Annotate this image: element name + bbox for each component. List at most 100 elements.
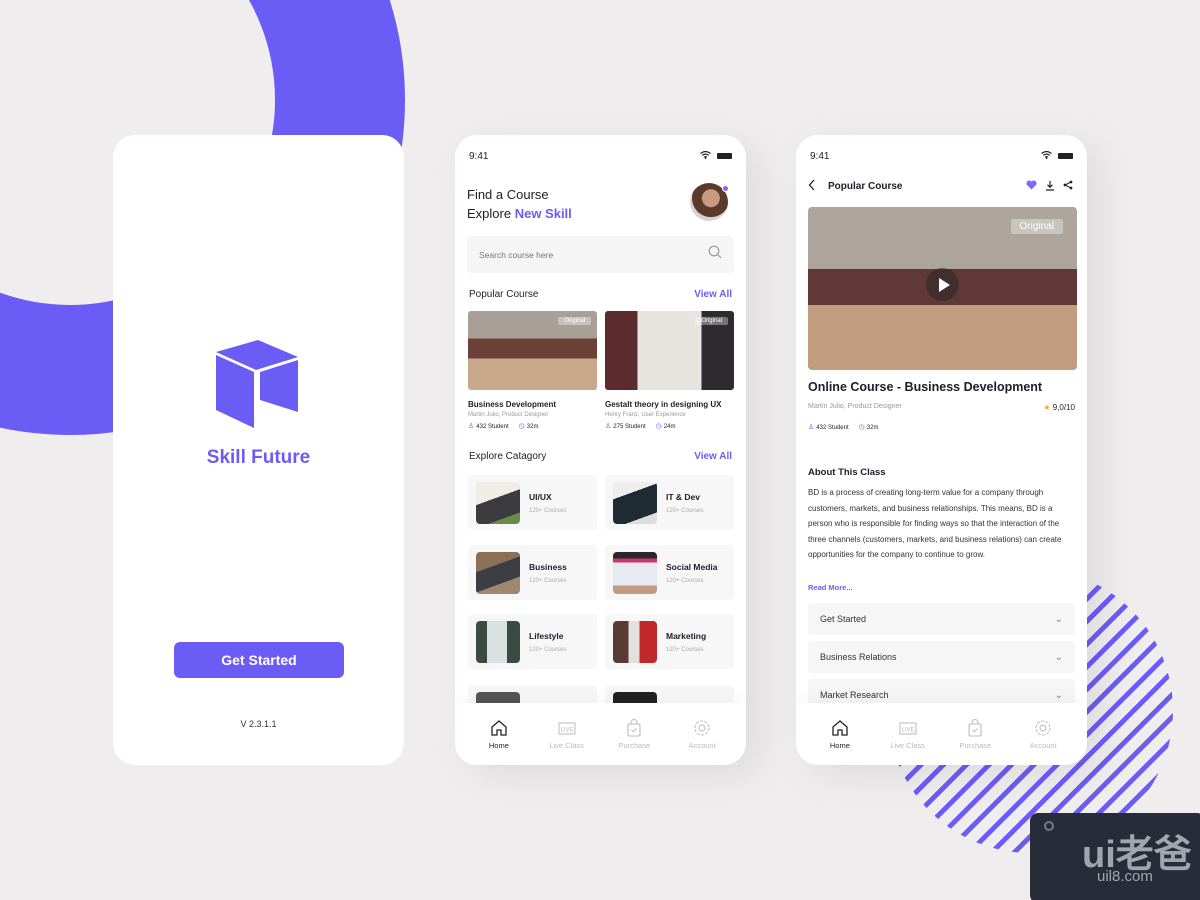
category-count: 120+ Courses bbox=[529, 507, 567, 514]
course-author: Henry Franz, User Experience bbox=[605, 412, 686, 418]
bag-icon bbox=[627, 718, 641, 737]
tab-label: Home bbox=[829, 740, 850, 750]
category-thumbnail bbox=[613, 481, 657, 524]
section-accordion[interactable]: Business Relations ⌄ bbox=[808, 641, 1075, 673]
share-icon[interactable] bbox=[1063, 180, 1073, 193]
course-video[interactable]: Original bbox=[808, 207, 1077, 370]
tab-label: Live Class bbox=[549, 740, 584, 750]
battery-icon bbox=[1058, 153, 1073, 159]
watermark-domain: uil8.com bbox=[1097, 868, 1153, 885]
category-name: Lifestyle bbox=[529, 630, 564, 641]
category-card[interactable]: UI/UX 120+ Courses bbox=[468, 475, 597, 530]
category-name: Business bbox=[529, 561, 567, 572]
cube-logo-icon bbox=[216, 340, 298, 428]
course-title: Business Development bbox=[468, 400, 557, 409]
nav-title: Popular Course bbox=[828, 181, 903, 192]
duration: 32m bbox=[526, 424, 539, 430]
category-section-header: Explore Catagory View All bbox=[469, 451, 732, 462]
tab-home[interactable]: Home bbox=[469, 719, 529, 750]
category-thumbnail bbox=[613, 620, 657, 663]
category-count: 120+ Courses bbox=[666, 646, 704, 653]
chevron-down-icon: ⌄ bbox=[1054, 651, 1063, 663]
category-count: 120+ Courses bbox=[666, 577, 704, 584]
watermark-hole bbox=[1044, 821, 1054, 831]
category-name: IT & Dev bbox=[666, 491, 701, 502]
category-name: UI/UX bbox=[529, 491, 552, 502]
course-meta: ♙ 432 Student ◷ 32m bbox=[808, 423, 878, 431]
tab-account[interactable]: Account bbox=[1013, 719, 1073, 750]
category-heading: Explore Catagory bbox=[469, 451, 547, 462]
nav-bar: Popular Course bbox=[808, 179, 1073, 194]
clock-icon: ◷ bbox=[858, 424, 865, 431]
course-meta: ♙ 432 Student ◷ 32m bbox=[468, 422, 597, 430]
get-started-button[interactable]: Get Started bbox=[174, 642, 344, 678]
category-name: Social Media bbox=[666, 561, 718, 572]
tab-account[interactable]: Account bbox=[672, 719, 732, 750]
course-author: Martin Julio, Product Designer bbox=[468, 412, 549, 418]
back-icon[interactable] bbox=[808, 179, 816, 194]
student-count: 432 Student bbox=[476, 424, 509, 430]
course-title: Online Course - Business Development bbox=[808, 380, 1043, 394]
tab-label: Purchase bbox=[959, 740, 992, 750]
popular-view-all-link[interactable]: View All bbox=[694, 289, 732, 300]
course-card[interactable]: Original Business Development Martin Jul… bbox=[468, 311, 597, 430]
svg-text:LIVE: LIVE bbox=[901, 727, 914, 733]
course-card[interactable]: Original Gestalt theory in designing UX … bbox=[605, 311, 734, 430]
search-bar[interactable] bbox=[467, 236, 734, 273]
category-count: 120+ Courses bbox=[529, 646, 567, 653]
course-rating: ★ 9,0/10 bbox=[1043, 403, 1075, 412]
original-badge: Original bbox=[1010, 219, 1063, 234]
download-icon[interactable] bbox=[1045, 180, 1055, 194]
status-time: 9:41 bbox=[810, 150, 830, 162]
tab-purchase[interactable]: Purchase bbox=[945, 718, 1005, 750]
duration: 24m bbox=[663, 424, 676, 430]
category-card[interactable]: Marketing 120+ Courses bbox=[605, 614, 734, 669]
rating-value: 9,0/10 bbox=[1052, 403, 1075, 412]
gear-icon bbox=[694, 720, 710, 735]
star-icon: ★ bbox=[1043, 403, 1051, 412]
popular-heading: Popular Course bbox=[469, 289, 539, 300]
category-card[interactable]: Lifestyle 120+ Courses bbox=[468, 614, 597, 669]
course-thumbnail: Original bbox=[468, 311, 597, 390]
tab-label: Account bbox=[1029, 740, 1057, 750]
course-title: Gestalt theory in designing UX bbox=[605, 400, 722, 409]
category-card[interactable]: Social Media 120+ Courses bbox=[605, 545, 734, 600]
home-icon bbox=[832, 719, 848, 736]
read-more-link[interactable]: Read More... bbox=[808, 583, 853, 592]
home-icon bbox=[491, 719, 507, 736]
heart-icon[interactable] bbox=[1026, 180, 1037, 193]
gear-icon bbox=[1035, 720, 1051, 735]
tab-label: Account bbox=[688, 740, 716, 750]
duration: 32m bbox=[866, 425, 879, 431]
chevron-down-icon: ⌄ bbox=[1054, 613, 1063, 625]
section-accordion[interactable]: Get Started ⌄ bbox=[808, 603, 1075, 635]
category-thumbnail bbox=[476, 551, 520, 594]
category-card[interactable]: Business 120+ Courses bbox=[468, 545, 597, 600]
live-icon: LIVE bbox=[558, 722, 576, 734]
popular-section-header: Popular Course View All bbox=[469, 289, 732, 300]
search-icon[interactable] bbox=[708, 245, 722, 264]
category-count: 120+ Courses bbox=[666, 507, 704, 514]
category-name: Marketing bbox=[666, 630, 707, 641]
original-badge: Original bbox=[558, 317, 591, 325]
tab-live-class[interactable]: LIVE Live Class bbox=[878, 719, 938, 750]
category-thumbnail bbox=[476, 481, 520, 524]
category-view-all-link[interactable]: View All bbox=[694, 451, 732, 462]
user-icon: ♙ bbox=[808, 424, 815, 431]
notification-dot bbox=[722, 185, 729, 192]
chevron-down-icon: ⌄ bbox=[1054, 689, 1063, 701]
section-title: Business Relations bbox=[820, 652, 897, 662]
tab-home[interactable]: Home bbox=[810, 719, 870, 750]
section-title: Market Research bbox=[820, 690, 889, 700]
status-bar: 9:41 bbox=[469, 149, 732, 163]
category-card[interactable]: IT & Dev 120+ Courses bbox=[605, 475, 734, 530]
search-input[interactable] bbox=[479, 249, 679, 260]
avatar[interactable] bbox=[690, 183, 729, 221]
bottom-tab-bar: Home LIVE Live Class Purchase Account bbox=[455, 703, 746, 765]
tab-purchase[interactable]: Purchase bbox=[604, 718, 664, 750]
section-title: Get Started bbox=[820, 614, 867, 624]
tab-live-class[interactable]: LIVE Live Class bbox=[537, 719, 597, 750]
tab-label: Home bbox=[488, 740, 509, 750]
play-button[interactable] bbox=[926, 268, 959, 301]
greeting-prefix: Explore bbox=[467, 206, 512, 221]
